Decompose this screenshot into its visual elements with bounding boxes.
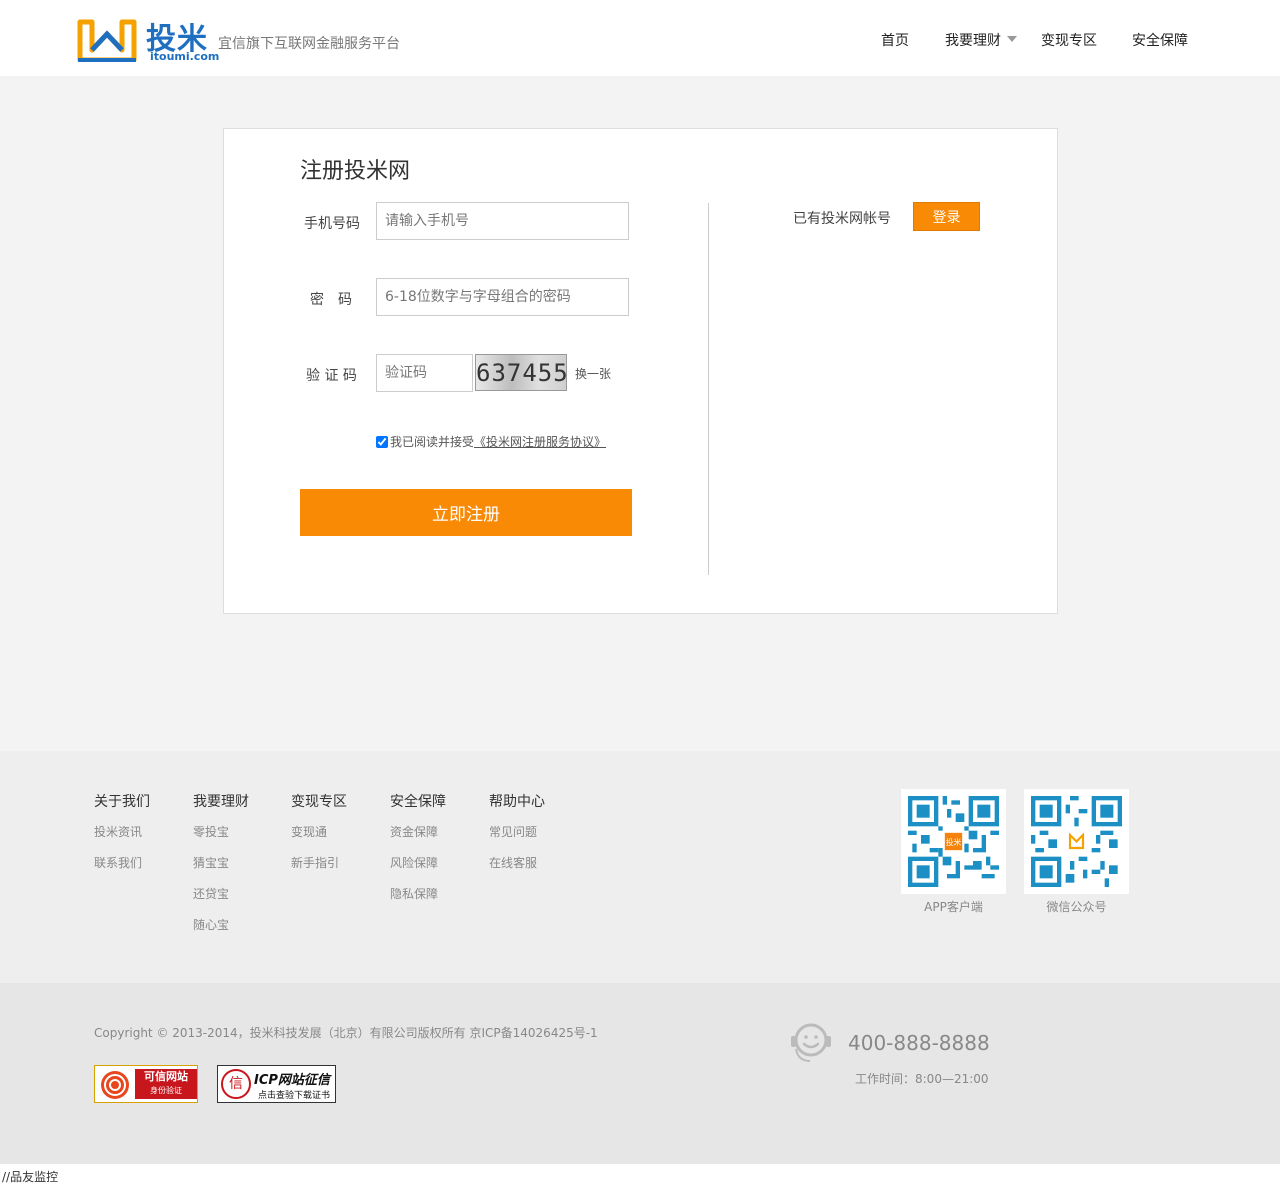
footer-col-title: 关于我们 (94, 794, 150, 810)
site-slogan: 宜信旗下互联网金融服务平台 (218, 36, 400, 52)
captcha-label: 验 证 码 (306, 368, 357, 384)
service-hours: 工作时间：8:00—21:00 (855, 1072, 989, 1086)
wechat-qr-label: 微信公众号 (1046, 900, 1107, 914)
footer-link[interactable]: 联系我们 (94, 854, 150, 885)
copyright-text: Copyright © 2013-2014，投米科技发展（北京）有限公司版权所有… (94, 1026, 598, 1040)
badge1-line2: 身份验证 (150, 1086, 182, 1095)
footer-col-cashout: 变现专区 变现通 新手指引 (291, 791, 347, 885)
app-qr-label: APP客户端 (924, 900, 983, 914)
nav-security[interactable]: 安全保障 (1132, 30, 1188, 50)
chevron-down-icon (1007, 36, 1017, 42)
footer-link[interactable]: 新手指引 (291, 854, 347, 885)
footer-col-help: 帮助中心 常见问题 在线客服 (489, 791, 545, 885)
nav-invest[interactable]: 我要理财 (945, 30, 1017, 50)
agreement-row: 我已阅读并接受《投米网注册服务协议》 (376, 433, 606, 450)
service-phone: 400-888-8888 (848, 1031, 990, 1055)
agreement-link[interactable]: 《投米网注册服务协议》 (474, 435, 606, 449)
footer-col-security: 安全保障 资金保障 风险保障 隐私保障 (390, 791, 446, 916)
logo-mark-icon (77, 19, 137, 62)
nav-invest-label: 我要理财 (945, 33, 1001, 49)
footer-link[interactable]: 随心宝 (193, 916, 249, 947)
footer-link[interactable]: 变现通 (291, 823, 347, 854)
refresh-captcha-link[interactable]: 换一张 (575, 365, 611, 382)
footer-link[interactable]: 隐私保障 (390, 885, 446, 916)
site-footer: 关于我们 投米资讯 联系我们 我要理财 零投宝 猜宝宝 还贷宝 随心宝 变现专区… (0, 751, 1280, 983)
qr-code-icon (1031, 796, 1122, 887)
browser-status-bar: //品友监控 (0, 1164, 1280, 1186)
footer-link[interactable]: 常见问题 (489, 823, 545, 854)
icp-seal-icon: 信 (221, 1069, 251, 1099)
footer-col-title: 我要理财 (193, 794, 249, 810)
qr-center-text: 投米 (946, 837, 962, 847)
bottom-bar: Copyright © 2013-2014，投米科技发展（北京）有限公司版权所有… (0, 983, 1280, 1164)
trusted-site-badge[interactable]: 可信网站 身份验证 (94, 1065, 198, 1103)
footer-link[interactable]: 还贷宝 (193, 885, 249, 916)
badge1-line1: 可信网站 (144, 1070, 188, 1083)
login-button[interactable]: 登录 (913, 202, 980, 231)
captcha-input[interactable] (376, 354, 473, 392)
footer-link[interactable]: 在线客服 (489, 854, 545, 885)
captcha-image[interactable]: 637455 (475, 354, 568, 391)
have-account-text: 已有投米网帐号 (793, 211, 891, 227)
footer-link[interactable]: 风险保障 (390, 854, 446, 885)
site-header: 投米 itoumi.com 宜信旗下互联网金融服务平台 首页 我要理财 变现专区… (0, 0, 1280, 76)
footer-col-title: 帮助中心 (489, 794, 545, 810)
app-qr-code: 投米 (901, 789, 1006, 894)
nav-cashout[interactable]: 变现专区 (1041, 30, 1097, 50)
password-input[interactable] (376, 278, 629, 316)
customer-service-icon (791, 1023, 831, 1062)
badge2-line1: ICP网站征信 (254, 1073, 330, 1088)
agree-checkbox[interactable] (376, 436, 388, 448)
footer-link[interactable]: 零投宝 (193, 823, 249, 854)
qr-code-icon: 投米 (908, 796, 999, 887)
site-logo[interactable]: 投米 itoumi.com (76, 14, 220, 64)
register-card: 注册投米网 手机号码 密 码 验 证 码 637455 换一张 我已阅读并接受《… (223, 128, 1058, 614)
phone-input[interactable] (376, 202, 629, 240)
nav-home[interactable]: 首页 (881, 30, 909, 50)
footer-col-title: 变现专区 (291, 794, 347, 810)
footer-link[interactable]: 猜宝宝 (193, 854, 249, 885)
footer-link[interactable]: 资金保障 (390, 823, 446, 854)
page-title: 注册投米网 (300, 159, 411, 184)
vertical-divider (708, 203, 709, 575)
trusted-site-icon (101, 1071, 129, 1099)
icp-credit-badge[interactable]: 信 ICP网站征信 点击查验下载证书 (217, 1065, 336, 1103)
footer-col-title: 安全保障 (390, 794, 446, 810)
agree-text: 我已阅读并接受 (390, 435, 475, 449)
phone-label: 手机号码 (304, 216, 360, 232)
badge2-line2: 点击查验下载证书 (258, 1091, 331, 1101)
footer-col-invest: 我要理财 零投宝 猜宝宝 还贷宝 随心宝 (193, 791, 249, 947)
wechat-qr-code (1024, 789, 1129, 894)
password-label: 密 码 (310, 292, 352, 308)
register-submit-button[interactable]: 立即注册 (300, 489, 632, 536)
footer-link[interactable]: 投米资讯 (94, 823, 150, 854)
logo-domain: itoumi.com (150, 50, 220, 63)
footer-col-about: 关于我们 投米资讯 联系我们 (94, 791, 150, 885)
